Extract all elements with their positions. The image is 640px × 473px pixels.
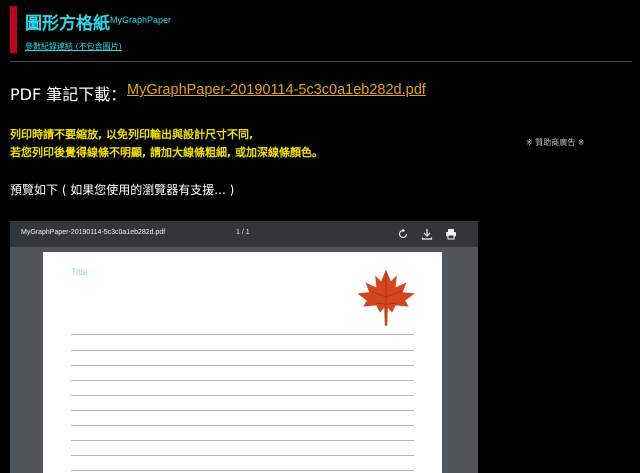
pdf-download-link[interactable]: MyGraphPaper-20190114-5c3c0a1eb282d.pdf bbox=[127, 82, 426, 98]
rotate-icon bbox=[398, 228, 408, 239]
site-title: 圖形方格紙 bbox=[25, 14, 110, 34]
pdf-viewer: MyGraphPaper-20190114-5c3c0a1eb282d.pdf … bbox=[10, 221, 478, 473]
preview-label: 預覽如下 ( 如果您使用的瀏覽器有支援... ) bbox=[10, 183, 235, 197]
divider bbox=[10, 61, 632, 62]
page-rule-line bbox=[71, 380, 414, 381]
page-indicator: 1 / 1 bbox=[236, 229, 250, 236]
download-button[interactable] bbox=[419, 226, 435, 242]
page-rule-line bbox=[71, 455, 414, 456]
page-title-label: Title : bbox=[71, 267, 93, 277]
pdf-download-label: PDF 筆記下載： bbox=[10, 85, 127, 104]
pdf-viewer-toolbar: MyGraphPaper-20190114-5c3c0a1eb282d.pdf … bbox=[10, 221, 478, 247]
pdf-page: Title : bbox=[43, 252, 442, 473]
page-rule-line bbox=[71, 425, 414, 426]
print-icon bbox=[446, 229, 456, 240]
print-notice-line2: 若您列印後覺得線條不明顯, 請加大線條粗細, 或加深線條顏色。 bbox=[10, 146, 324, 159]
page-rule-line bbox=[71, 350, 414, 351]
viewer-filename: MyGraphPaper-20190114-5c3c0a1eb282d.pdf bbox=[21, 229, 166, 236]
page-rule-line bbox=[71, 440, 414, 441]
site-subtitle: MyGraphPaper bbox=[110, 15, 172, 25]
print-notice-line1: 列印時請不要縮放, 以免列印輸出與設計尺寸不同, bbox=[10, 128, 254, 141]
rotate-button[interactable] bbox=[395, 226, 411, 242]
page-rule-line bbox=[71, 470, 414, 471]
params-link[interactable]: 參數紀錄連結 (不包含圖片) bbox=[25, 41, 122, 52]
page-rule-line bbox=[71, 334, 414, 335]
page-rule-line bbox=[71, 395, 414, 396]
download-icon bbox=[421, 229, 433, 240]
print-button[interactable] bbox=[443, 226, 459, 242]
header-accent-bar bbox=[10, 6, 17, 53]
maple-leaf-icon bbox=[357, 269, 415, 326]
page-rule-line bbox=[71, 365, 414, 366]
sponsor-note: ※ 贊助商廣告 ※ bbox=[526, 138, 585, 147]
page-rule-line bbox=[71, 410, 414, 411]
